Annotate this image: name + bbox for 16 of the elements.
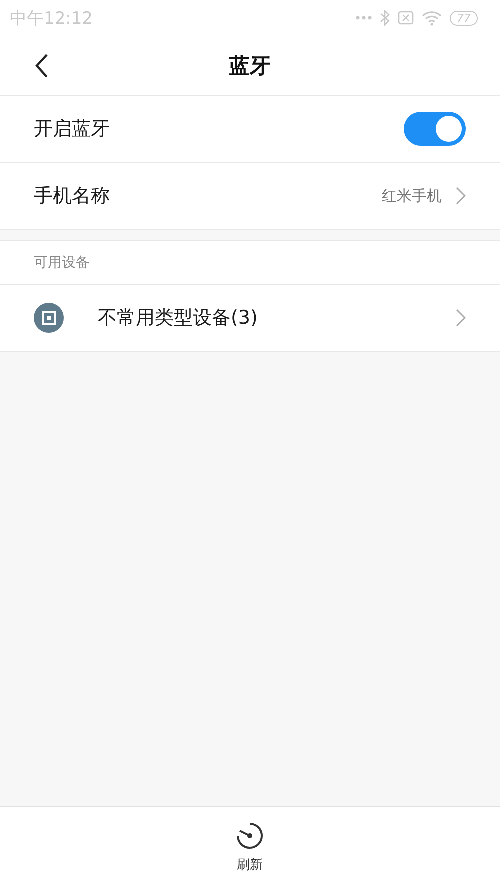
setting-value: 红米手机 bbox=[382, 186, 442, 206]
page-title: 蓝牙 bbox=[229, 52, 271, 80]
chevron-right-icon bbox=[456, 187, 466, 205]
bluetooth-icon bbox=[380, 10, 390, 26]
section-title: 可用设备 bbox=[34, 254, 90, 272]
wifi-icon bbox=[422, 10, 442, 26]
setting-label: 开启蓝牙 bbox=[34, 117, 111, 142]
sim-icon bbox=[398, 11, 414, 25]
device-name: 不常用类型设备(3) bbox=[98, 306, 259, 331]
chevron-right-icon bbox=[456, 309, 466, 327]
dots-icon bbox=[356, 16, 372, 20]
device-row[interactable]: 不常用类型设备(3) bbox=[0, 284, 500, 352]
toggle-switch[interactable] bbox=[404, 112, 466, 146]
refresh-button[interactable]: 刷新 bbox=[236, 822, 264, 874]
device-icon bbox=[34, 303, 64, 333]
setting-label: 手机名称 bbox=[34, 184, 111, 209]
